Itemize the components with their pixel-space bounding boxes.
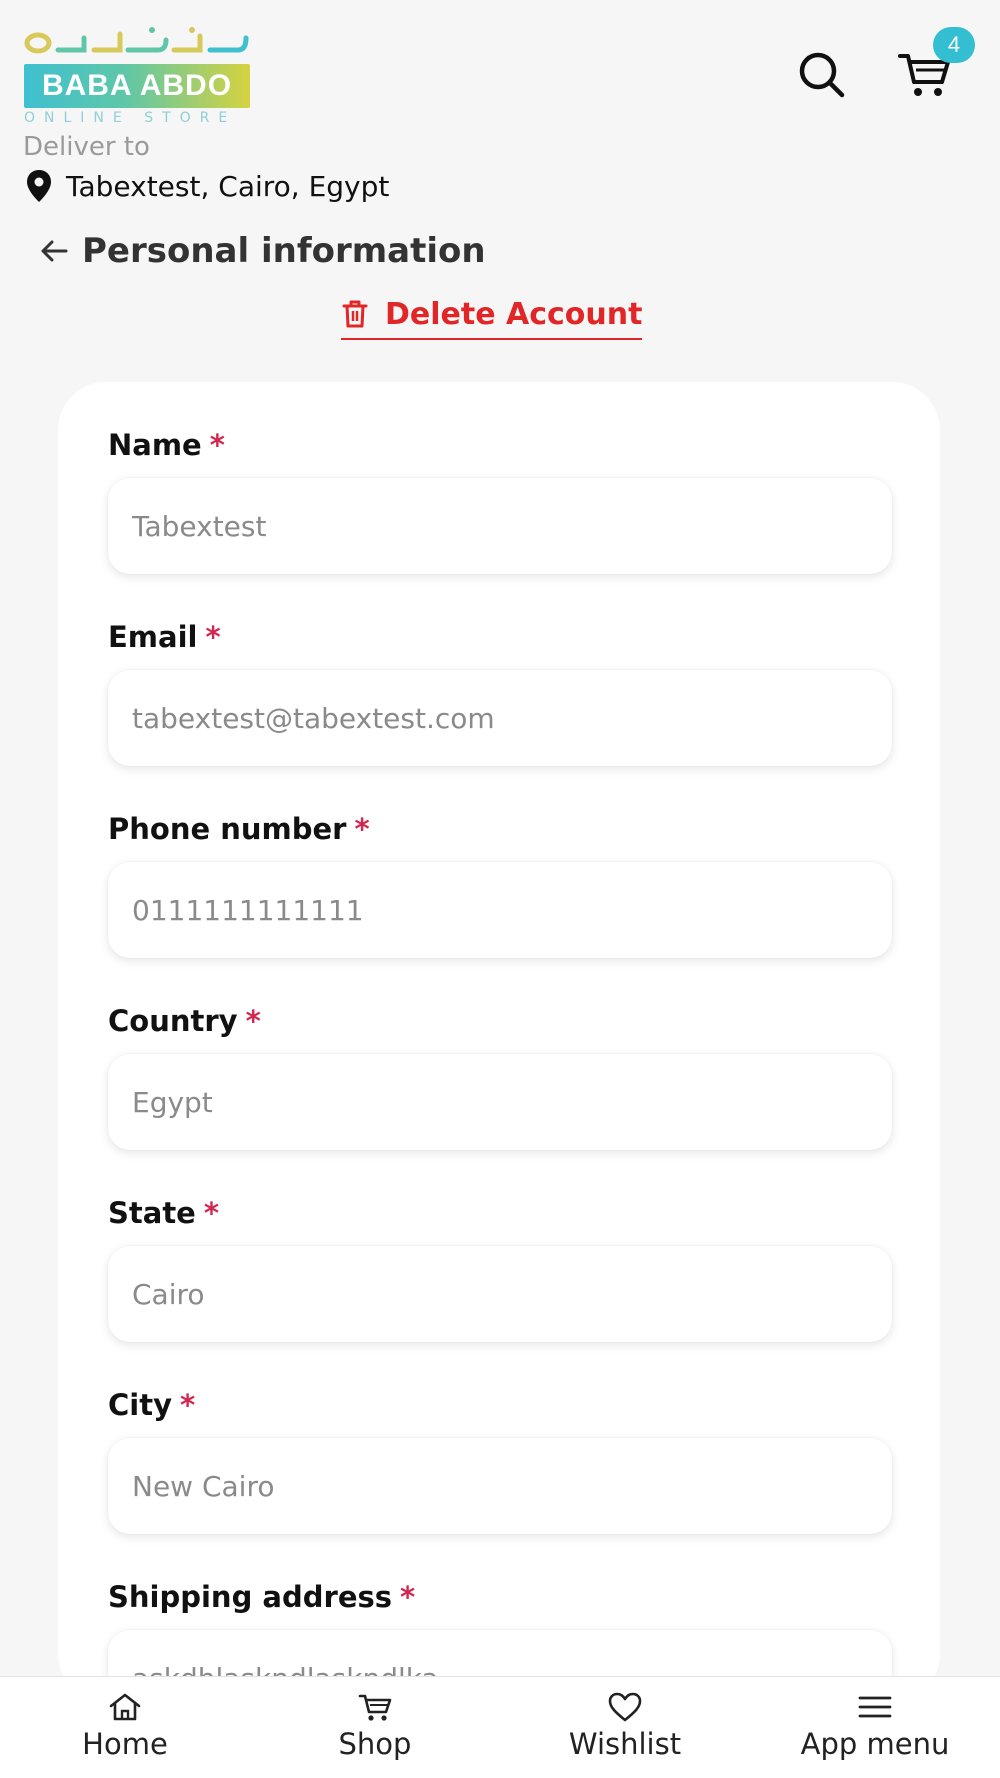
country-field[interactable]	[108, 1054, 892, 1150]
email-field[interactable]	[108, 670, 892, 766]
nav-item-app-menu[interactable]: App menu	[750, 1677, 1000, 1778]
menu-icon	[858, 1696, 892, 1718]
cart-icon	[358, 1694, 392, 1721]
nav-label-wishlist: Wishlist	[568, 1727, 682, 1761]
delete-account-label: Delete Account	[385, 296, 643, 332]
city-label: City *	[108, 1388, 196, 1422]
bottom-navigation: Home Shop Wishlist App menu	[0, 1676, 1000, 1778]
nav-label-home: Home	[82, 1727, 168, 1761]
email-label: Email *	[108, 620, 221, 654]
app-header: BABA ABDO ONLINE STORE 4 Deliver to Tabe…	[0, 0, 1000, 215]
heart-icon	[608, 1692, 642, 1722]
state-field[interactable]	[108, 1246, 892, 1342]
page-title-row: Personal information	[36, 228, 486, 274]
search-icon	[799, 52, 845, 98]
home-icon	[109, 1693, 141, 1721]
phone-label: Phone number *	[108, 812, 370, 846]
phone-field[interactable]	[108, 862, 892, 958]
nav-label-app-menu: App menu	[800, 1727, 950, 1761]
state-label: State *	[108, 1196, 220, 1230]
deliver-to-label: Deliver to	[23, 132, 150, 162]
delivery-location-text: Tabextest, Cairo, Egypt	[66, 169, 390, 203]
page-title: Personal information	[82, 231, 486, 271]
delete-account-button[interactable]: Delete Account	[341, 296, 643, 340]
nav-item-home[interactable]: Home	[0, 1677, 250, 1778]
delivery-location[interactable]: Tabextest, Cairo, Egypt	[26, 168, 389, 204]
location-pin-icon	[27, 170, 51, 202]
search-button[interactable]	[795, 48, 849, 102]
logo-arabic-wordmark	[24, 27, 249, 54]
nav-label-shop: Shop	[338, 1727, 412, 1761]
nav-item-wishlist[interactable]: Wishlist	[500, 1677, 750, 1778]
trash-icon	[342, 300, 368, 328]
name-label: Name *	[108, 428, 225, 462]
country-label: Country *	[108, 1004, 261, 1038]
shipping-address-label: Shipping address *	[108, 1580, 416, 1614]
store-logo[interactable]: BABA ABDO ONLINE STORE	[24, 26, 254, 126]
back-arrow-icon[interactable]	[36, 233, 72, 269]
nav-item-shop[interactable]: Shop	[250, 1677, 500, 1778]
city-field[interactable]	[108, 1438, 892, 1534]
logo-banner: BABA ABDO	[24, 64, 250, 108]
name-field[interactable]	[108, 478, 892, 574]
logo-subtext: ONLINE STORE	[24, 110, 237, 126]
cart-count-badge: 4	[933, 27, 975, 63]
